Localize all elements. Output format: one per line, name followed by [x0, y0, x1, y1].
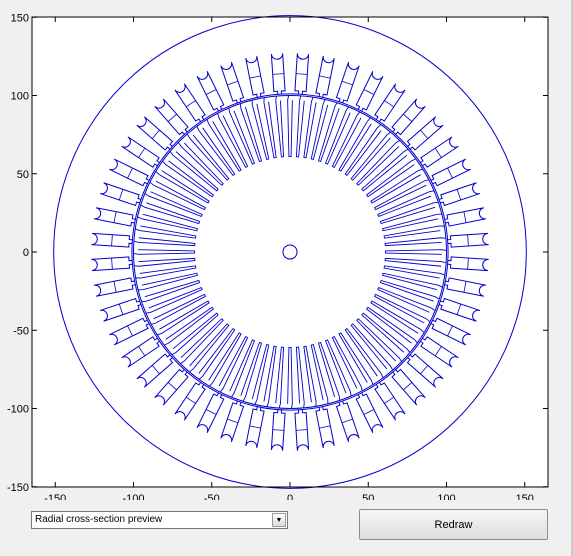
y-tick-label: 0 — [23, 247, 29, 259]
x-tick-label: -150 — [44, 493, 66, 500]
redraw-button[interactable]: Redraw — [359, 509, 548, 540]
y-tick-label: 100 — [11, 91, 29, 103]
x-tick-label: 100 — [437, 493, 455, 500]
x-tick-label: -50 — [204, 493, 220, 500]
x-tick-label: 150 — [516, 493, 534, 500]
axes-background — [32, 17, 548, 487]
x-tick-label: 0 — [287, 493, 293, 500]
y-tick-label: 50 — [17, 169, 29, 181]
view-select-dropdown[interactable]: Radial cross-section preview ▼ — [31, 511, 288, 529]
y-tick-label: -150 — [7, 482, 29, 494]
chevron-down-icon: ▼ — [275, 516, 283, 524]
dropdown-arrow-button[interactable]: ▼ — [272, 513, 286, 527]
plot-figure: -150 -100 -50 0 50 100 150 150 100 50 0 -50 -100 -15… — [7, 12, 549, 500]
view-select-value: Radial cross-section preview — [35, 514, 163, 525]
x-tick-label: 50 — [362, 493, 374, 500]
y-tick-label: -50 — [13, 325, 29, 337]
y-tick-label: 150 — [11, 12, 29, 24]
y-tick-label: -100 — [7, 404, 29, 416]
x-tick-label: -100 — [122, 493, 144, 500]
